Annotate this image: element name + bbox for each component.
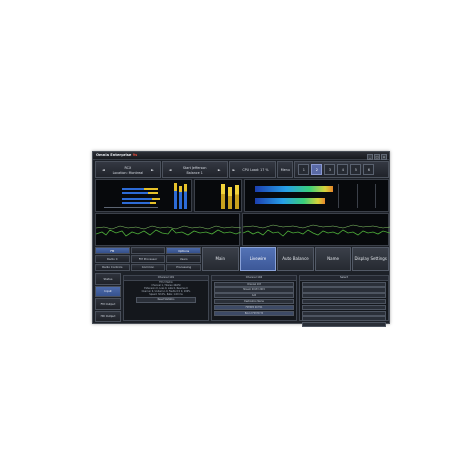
status-panel: Channel 101 FM 2 Matrix Channel 1 / Ster… bbox=[123, 275, 209, 321]
tab-name[interactable]: Name bbox=[314, 247, 352, 271]
gain-meter bbox=[228, 187, 232, 209]
station-selector[interactable]: ◄ RCX Location: Montreal ► bbox=[95, 161, 161, 178]
gain-meter bbox=[221, 184, 225, 209]
tab-auto-balance[interactable]: Auto Balance bbox=[277, 247, 314, 271]
output-waveform bbox=[243, 224, 390, 237]
destination-field[interactable]: FM MPX 00 T01 bbox=[214, 304, 294, 310]
source-field[interactable]: Channel 103 bbox=[214, 281, 294, 287]
meter-bar bbox=[122, 198, 152, 200]
select-row[interactable] bbox=[302, 316, 386, 322]
select-row[interactable] bbox=[302, 281, 386, 287]
meter-bar bbox=[122, 202, 150, 204]
cpu-load: ► CPU Load: 17 % bbox=[228, 161, 277, 178]
maximize-button[interactable]: □ bbox=[374, 153, 380, 160]
menu-label: Menu bbox=[280, 168, 290, 172]
gain-meters-panel bbox=[194, 179, 242, 212]
source-heading: Channel 104 bbox=[212, 276, 296, 281]
next-preset-icon[interactable]: ► bbox=[218, 168, 221, 172]
preset-button-6[interactable]: 6 bbox=[363, 164, 375, 175]
destination-name-field[interactable]: Destination Name bbox=[214, 298, 294, 305]
side-hd-output-button[interactable]: HD Output bbox=[95, 310, 121, 322]
section-fm[interactable]: FM bbox=[95, 247, 130, 255]
meter-bar bbox=[122, 188, 144, 190]
section-options[interactable]: Options bbox=[166, 247, 201, 255]
close-button[interactable]: × bbox=[381, 153, 387, 160]
select-row[interactable] bbox=[302, 322, 386, 328]
preset-button-5[interactable]: 5 bbox=[350, 164, 362, 175]
select-row[interactable] bbox=[302, 287, 386, 293]
content-area: Status Input FM Output HD Output Channel… bbox=[95, 273, 389, 328]
preset-selector[interactable]: ◄ Start Jefferson Balance 1 ► bbox=[161, 161, 228, 178]
side-input-button[interactable]: Input bbox=[95, 285, 121, 297]
menu-button[interactable]: Menu bbox=[277, 161, 294, 178]
output-meters-panel bbox=[244, 179, 389, 212]
side-menu: Status Input FM Output HD Output bbox=[95, 273, 121, 322]
vertical-meter bbox=[174, 183, 177, 209]
tab-display-settings[interactable]: Display Settings bbox=[352, 247, 389, 271]
side-fm-output-button[interactable]: FM Output bbox=[95, 298, 121, 310]
section-fm-processor[interactable]: FM Processor bbox=[130, 255, 166, 263]
select-row[interactable] bbox=[302, 304, 386, 310]
select-row[interactable] bbox=[302, 293, 386, 299]
window-title: Omnia Enterprise 9s bbox=[96, 152, 137, 159]
select-row[interactable] bbox=[302, 298, 386, 305]
vertical-meter bbox=[179, 186, 182, 209]
meter-bar bbox=[152, 198, 160, 200]
navigation-bar: FM Options Radio C FM Processor Users Ra… bbox=[95, 247, 389, 271]
source-field[interactable]: Stream 00133 2015 bbox=[214, 287, 294, 293]
section-processing[interactable]: Processing bbox=[166, 263, 201, 271]
status-line: Speed: 32.0%, Rate: 1.00 ms bbox=[149, 293, 183, 297]
select-heading: Select bbox=[300, 276, 388, 281]
meter-bar bbox=[144, 188, 158, 190]
section-grid: FM Options Radio C FM Processor Users Ra… bbox=[95, 247, 201, 271]
meter-scale bbox=[104, 207, 158, 208]
meter-divider bbox=[357, 184, 358, 208]
section-radio-c[interactable]: Radio C bbox=[95, 255, 130, 263]
toolbar: ◄ RCX Location: Montreal ► ◄ Start Jeffe… bbox=[95, 161, 389, 178]
tab-livewire[interactable]: Livewire bbox=[239, 247, 277, 271]
title-bar: Omnia Enterprise 9s _ □ × bbox=[93, 152, 389, 160]
output-meter-right bbox=[255, 198, 325, 204]
destination-field[interactable]: Bind 2 FM HD TX bbox=[214, 310, 294, 316]
input-waveform-panel bbox=[95, 213, 241, 246]
side-status-button[interactable]: Status bbox=[95, 273, 121, 285]
input-meters-panel bbox=[95, 179, 192, 212]
app-window: Omnia Enterprise 9s _ □ × ◄ RCX Location… bbox=[92, 151, 390, 328]
gain-meter bbox=[235, 185, 239, 209]
meter-divider bbox=[375, 184, 376, 208]
output-waveform-panel bbox=[242, 213, 390, 246]
cpu-load-label: CPU Load: 17 % bbox=[242, 168, 269, 172]
add-button[interactable]: Add bbox=[214, 293, 294, 299]
preset-button-2[interactable]: 2 bbox=[311, 164, 323, 175]
source-panel: Channel 104 Channel 103 Stream 00133 201… bbox=[211, 275, 297, 321]
tab-main[interactable]: Main bbox=[202, 247, 239, 271]
output-meter-left bbox=[255, 186, 333, 192]
vertical-meter bbox=[184, 184, 187, 209]
input-waveform bbox=[96, 225, 241, 237]
window-title-badge: 9s bbox=[132, 153, 138, 157]
meter-bar bbox=[122, 192, 148, 194]
section-users[interactable]: Users bbox=[166, 255, 201, 263]
select-row[interactable] bbox=[302, 310, 386, 316]
preset-button-1[interactable]: 1 bbox=[298, 164, 310, 175]
meter-bar bbox=[150, 202, 156, 204]
select-panel: Select bbox=[299, 275, 389, 328]
section-common[interactable]: Common bbox=[130, 263, 166, 271]
minimize-button[interactable]: _ bbox=[367, 153, 373, 160]
window-controls: _ □ × bbox=[367, 153, 387, 160]
next-station-icon[interactable]: ► bbox=[151, 168, 154, 172]
meter-divider bbox=[338, 184, 339, 208]
preset-button-4[interactable]: 4 bbox=[337, 164, 349, 175]
meter-bar bbox=[148, 192, 158, 194]
section-blank[interactable] bbox=[130, 247, 166, 255]
window-title-text: Omnia Enterprise bbox=[96, 153, 132, 157]
reset-statistics-button[interactable]: Reset Statistics bbox=[136, 297, 196, 303]
preset-buttons: 1 2 3 4 5 6 bbox=[294, 161, 389, 178]
preset-button-3[interactable]: 3 bbox=[324, 164, 336, 175]
section-radio-controls[interactable]: Radio Controls bbox=[95, 263, 130, 271]
